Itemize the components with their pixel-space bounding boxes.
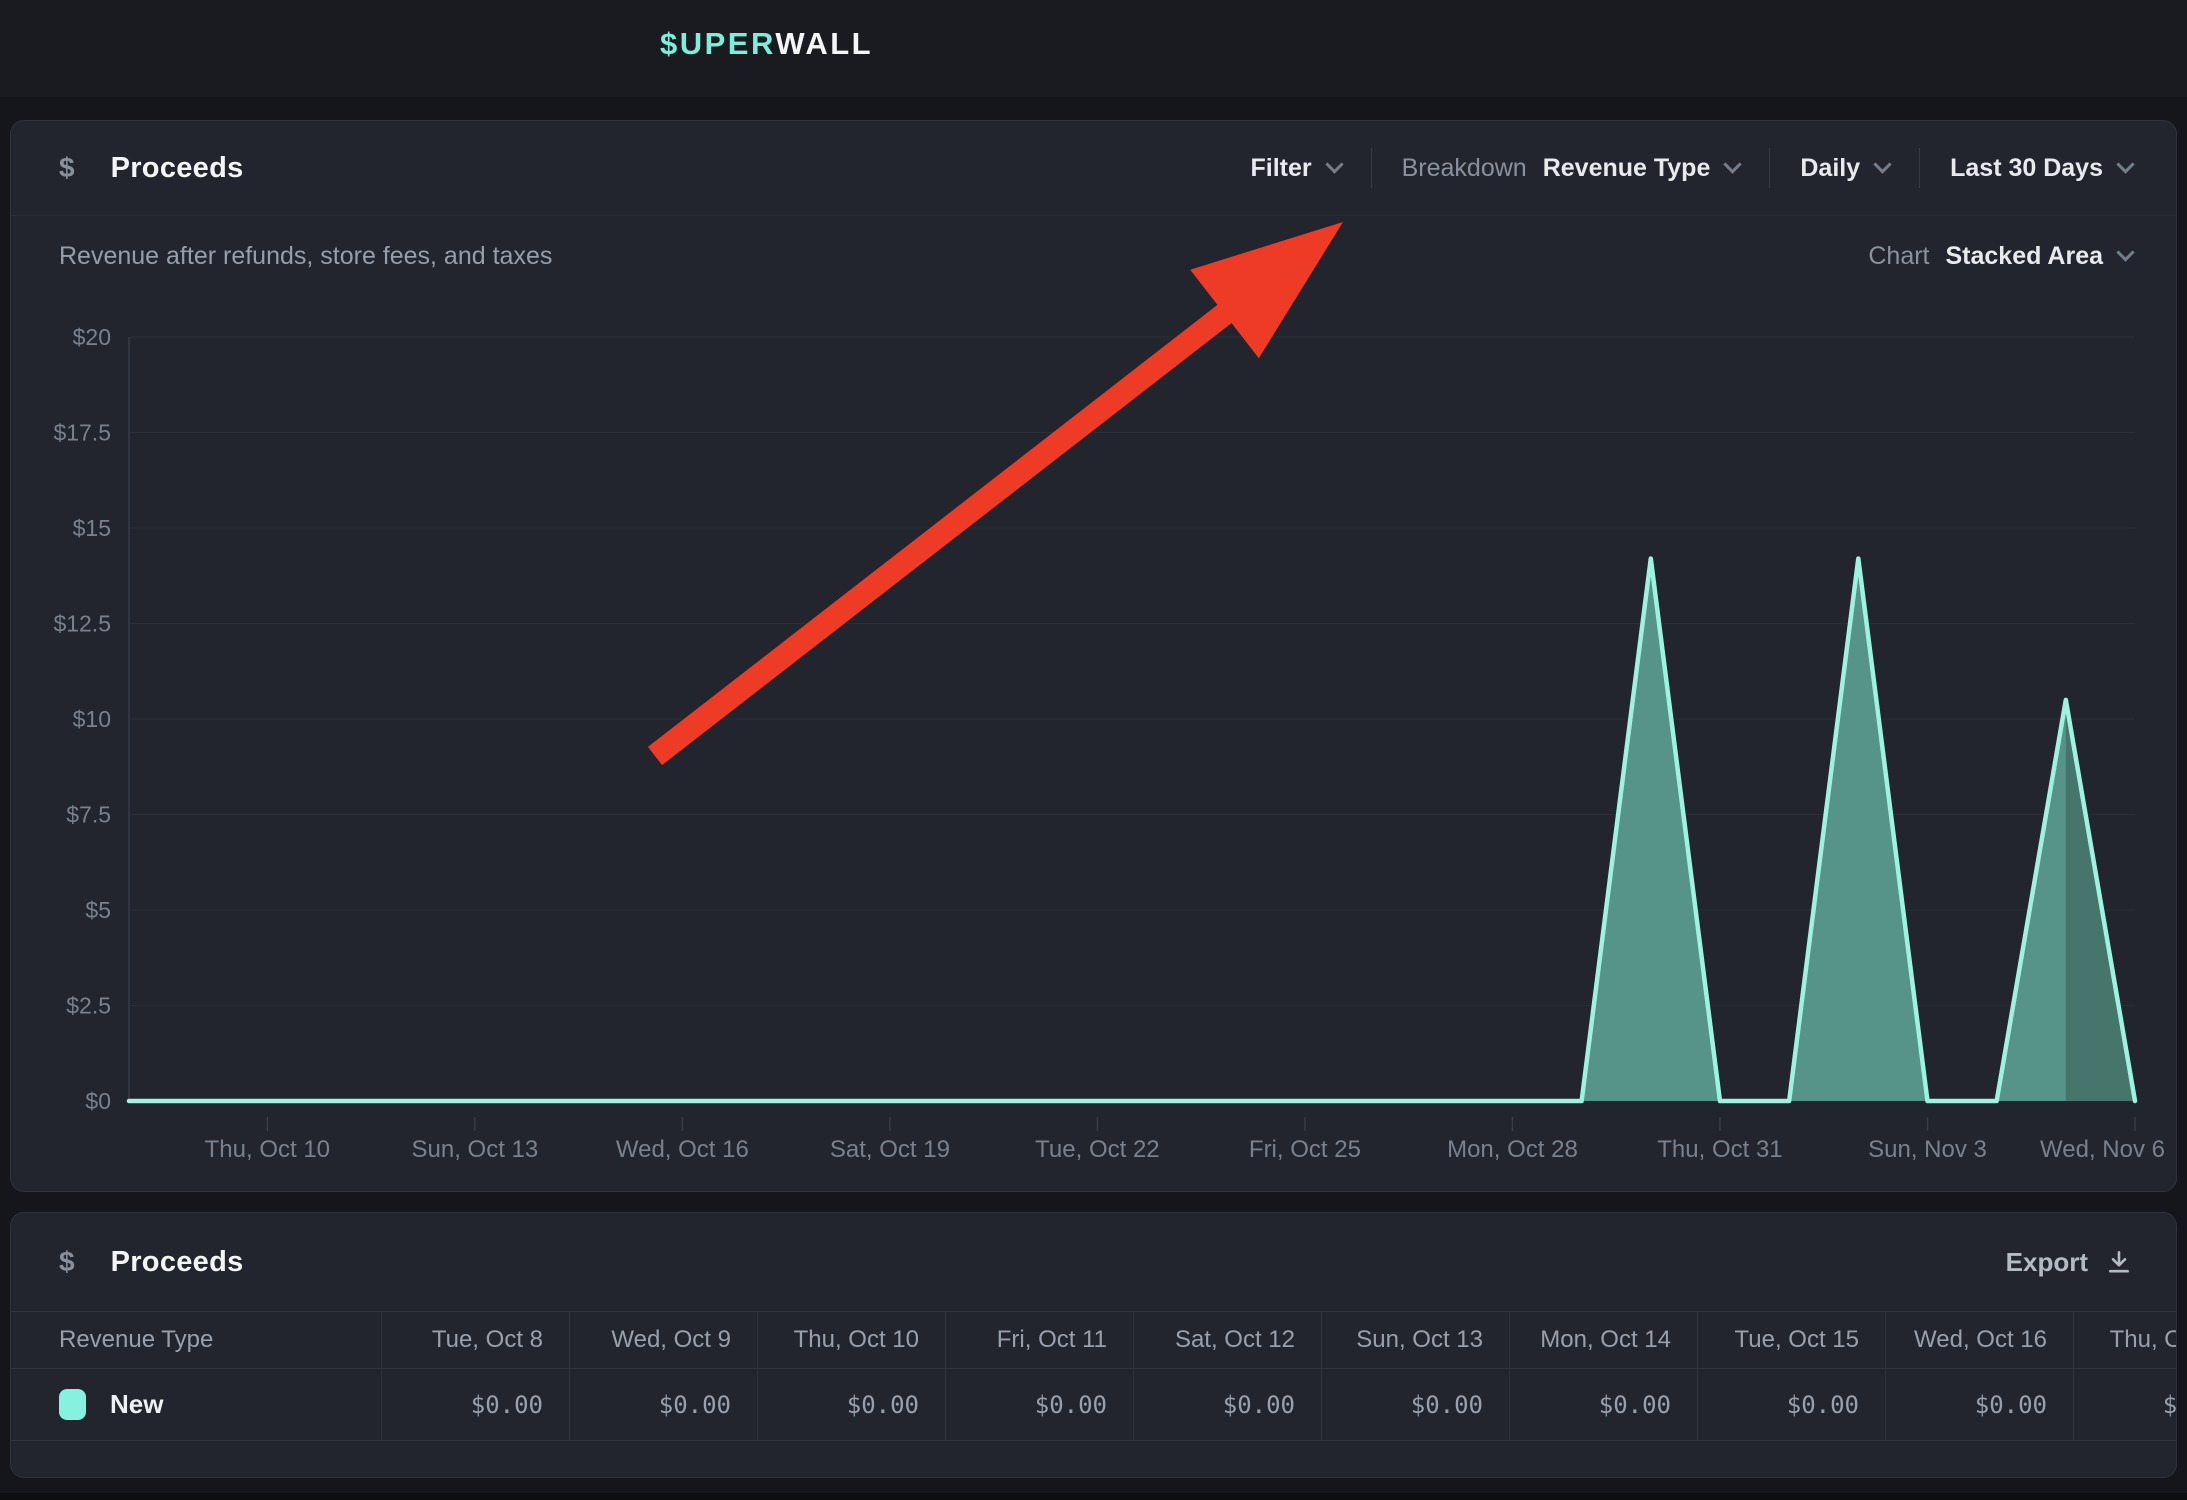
chart-subtitle: Revenue after refunds, store fees, and t…	[59, 242, 552, 271]
column-header-date: Thu, Oct 10	[757, 1312, 945, 1368]
y-axis-label: $20	[73, 324, 111, 350]
chevron-down-icon	[2116, 155, 2134, 173]
breakdown-dropdown[interactable]: Breakdown Revenue Type	[1402, 154, 1740, 183]
chart-type-dropdown[interactable]: Chart Stacked Area	[1868, 242, 2132, 271]
brand-logo-accent: $UPER	[660, 26, 775, 61]
interval-dropdown[interactable]: Daily	[1800, 154, 1889, 183]
interval-value: Daily	[1800, 154, 1860, 183]
divider	[1919, 148, 1920, 188]
filter-dropdown[interactable]: Filter	[1251, 154, 1341, 183]
x-axis-label: Sun, Oct 13	[411, 1136, 538, 1163]
top-bar: $UPERWALL	[0, 0, 2187, 97]
x-axis-label: Mon, Oct 28	[1447, 1136, 1578, 1163]
x-axis-label: Sun, Nov 3	[1868, 1136, 1987, 1163]
value-cell: $0.00	[757, 1369, 945, 1440]
y-axis-label: $10	[73, 706, 111, 732]
chart-subheader: Revenue after refunds, store fees, and t…	[11, 216, 2176, 296]
download-icon	[2106, 1249, 2132, 1275]
x-axis-label: Fri, Oct 25	[1249, 1136, 1361, 1163]
breakdown-label: Breakdown	[1402, 154, 1527, 183]
x-axis-label: Thu, Oct 31	[1657, 1136, 1782, 1163]
bottom-panel-edge	[0, 1493, 2187, 1500]
column-header-date: Thu, Oct 17	[2073, 1312, 2177, 1368]
value-cell: $0.00	[1697, 1369, 1885, 1440]
value-cell: $0.00	[1321, 1369, 1509, 1440]
value-cell: $0.00	[945, 1369, 1133, 1440]
column-header-date: Mon, Oct 14	[1509, 1312, 1697, 1368]
proceeds-table-panel: $ Proceeds Export Revenue TypeTue, Oct 8…	[10, 1212, 2177, 1478]
value-cell: $0.00	[1133, 1369, 1321, 1440]
export-label: Export	[2006, 1247, 2088, 1278]
chevron-down-icon	[1724, 155, 1742, 173]
series-line-new	[129, 559, 2135, 1101]
x-axis-label: Wed, Oct 16	[616, 1136, 749, 1163]
brand-logo-rest: WALL	[775, 26, 873, 61]
brand-logo[interactable]: $UPERWALL	[660, 26, 873, 62]
table-panel-title: Proceeds	[111, 1246, 244, 1279]
divider	[1371, 148, 1372, 188]
value-cell: $0.00	[2073, 1369, 2177, 1440]
x-axis-label: Sat, Oct 19	[830, 1136, 950, 1163]
proceeds-chart-panel: $ Proceeds Filter Breakdown Revenue Type…	[10, 120, 2177, 1192]
column-header-revenue-type: Revenue Type	[11, 1312, 381, 1368]
value-cell: $0.00	[569, 1369, 757, 1440]
divider	[1769, 148, 1770, 188]
filter-label: Filter	[1251, 154, 1312, 183]
table-row: New$0.00$0.00$0.00$0.00$0.00$0.00$0.00$0…	[11, 1369, 2176, 1441]
series-area-new	[129, 559, 2135, 1101]
y-axis-label: $2.5	[66, 993, 111, 1019]
dollar-icon: $	[59, 152, 75, 184]
series-chip	[59, 1389, 86, 1420]
row-label: New	[110, 1389, 163, 1420]
x-axis-label: Wed, Nov 6	[2040, 1136, 2165, 1163]
y-axis-label: $5	[85, 897, 111, 923]
value-cell: $0.00	[1509, 1369, 1697, 1440]
chevron-down-icon	[1325, 155, 1343, 173]
x-axis-label: Thu, Oct 10	[205, 1136, 330, 1163]
export-button[interactable]: Export	[2006, 1247, 2132, 1278]
column-header-date: Sat, Oct 12	[1133, 1312, 1321, 1368]
column-header-date: Sun, Oct 13	[1321, 1312, 1509, 1368]
series-area-tail	[2066, 700, 2135, 1101]
column-header-date: Wed, Oct 9	[569, 1312, 757, 1368]
dollar-icon: $	[59, 1246, 75, 1278]
chart-panel-title: Proceeds	[111, 152, 244, 185]
value-cell: $0.00	[381, 1369, 569, 1440]
chart-type-label: Chart	[1868, 242, 1929, 271]
chart-type-value: Stacked Area	[1946, 242, 2104, 271]
y-axis-label: $7.5	[66, 802, 111, 828]
y-axis-label: $0	[85, 1088, 111, 1114]
chart-controls: Filter Breakdown Revenue Type Daily Last…	[1251, 148, 2133, 188]
y-axis-label: $15	[73, 515, 111, 541]
chevron-down-icon	[2116, 243, 2134, 261]
x-axis-label: Tue, Oct 22	[1035, 1136, 1160, 1163]
row-label-cell: New	[11, 1369, 381, 1440]
date-range-value: Last 30 Days	[1950, 154, 2103, 183]
chart-panel-header: $ Proceeds Filter Breakdown Revenue Type…	[11, 121, 2176, 216]
y-axis-label: $17.5	[53, 420, 111, 446]
value-cell: $0.00	[1885, 1369, 2073, 1440]
table-panel-header: $ Proceeds Export	[11, 1213, 2176, 1311]
breakdown-value: Revenue Type	[1543, 154, 1711, 183]
date-range-dropdown[interactable]: Last 30 Days	[1950, 154, 2132, 183]
column-header-date: Wed, Oct 16	[1885, 1312, 2073, 1368]
column-header-date: Tue, Oct 15	[1697, 1312, 1885, 1368]
column-header-date: Tue, Oct 8	[381, 1312, 569, 1368]
chevron-down-icon	[1873, 155, 1891, 173]
proceeds-table: Revenue TypeTue, Oct 8Wed, Oct 9Thu, Oct…	[11, 1311, 2176, 1441]
table-header-row: Revenue TypeTue, Oct 8Wed, Oct 9Thu, Oct…	[11, 1311, 2176, 1369]
column-header-date: Fri, Oct 11	[945, 1312, 1133, 1368]
y-axis-label: $12.5	[53, 611, 111, 637]
